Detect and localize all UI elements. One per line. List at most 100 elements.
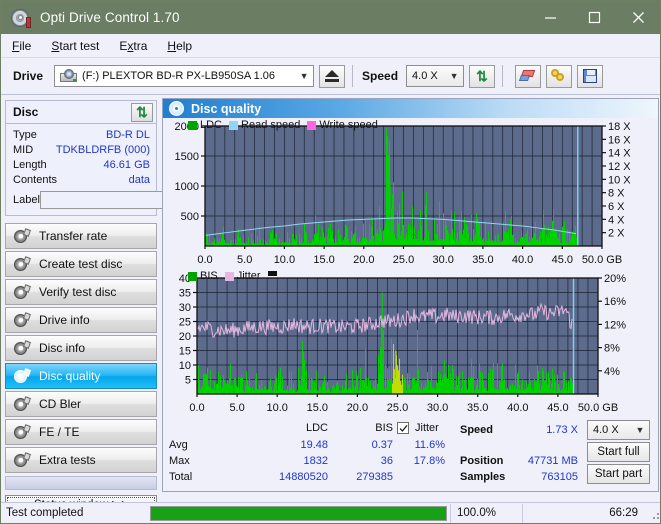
legend-swatch-extra	[267, 271, 277, 276]
test-speed-select[interactable]: 4.0 X ▼	[587, 420, 650, 440]
ldc-chart-svg: 20001500100050018 X16 X14 X12 X10 X8 X6 …	[175, 121, 632, 266]
stats-bis-total: 279385	[356, 471, 393, 483]
chevron-down-icon: ▼	[299, 71, 309, 81]
svg-text:40.0: 40.0	[512, 254, 533, 266]
sidebar-item-drive-info[interactable]: Drive info	[5, 307, 157, 333]
speed-select-value: 4.0 X	[412, 70, 438, 82]
disc-row-type-value: BD-R DL	[105, 128, 150, 141]
sidebar-item-label: CD Bler	[39, 397, 82, 411]
legend-item-ldc: LDC	[188, 119, 222, 131]
disc-info-box: Disc ⇅ Type BD-R DL MID TDKBLDRFB (000)	[5, 100, 242, 216]
svg-text:8 X: 8 X	[608, 188, 625, 200]
disc-test-icon	[13, 311, 32, 328]
svg-text:0.0: 0.0	[197, 254, 212, 266]
drive-select[interactable]: (F:) PLEXTOR BD-R PX-LB950SA 1.06 ▼	[54, 65, 315, 87]
refresh-icon: ⇅	[476, 68, 488, 84]
legend-item-read-speed: Read speed	[229, 119, 300, 131]
legend-swatch-read-speed	[229, 120, 239, 130]
svg-text:25.0: 25.0	[393, 254, 414, 266]
title-bar: Opti Drive Control 1.70	[1, 1, 660, 34]
drive-toolbar: Drive (F:) PLEXTOR BD-R PX-LB950SA 1.06 …	[1, 58, 660, 95]
legend-label-write-speed: Write speed	[319, 119, 378, 131]
menu-file-rest: ile	[19, 38, 32, 53]
disc-label-key: Label	[13, 194, 40, 206]
menu-extra[interactable]: Extra	[119, 39, 147, 53]
sidebar: Disc ⇅ Type BD-R DL MID TDKBLDRFB (000)	[1, 95, 242, 515]
legend-item-bis: BIS	[188, 270, 218, 282]
eraser-icon	[518, 70, 536, 82]
sidebar-item-fe-te[interactable]: FE / TE	[5, 419, 157, 445]
menu-start-test[interactable]: Start test	[51, 39, 99, 53]
svg-text:14 X: 14 X	[608, 148, 631, 160]
svg-text:18 X: 18 X	[608, 121, 631, 133]
svg-text:30.0: 30.0	[432, 254, 453, 266]
app-window: Opti Drive Control 1.70 File Start test …	[0, 0, 661, 524]
sidebar-item-cd-bler[interactable]: CD Bler	[5, 391, 157, 417]
svg-text:16%: 16%	[604, 296, 626, 308]
menu-file[interactable]: File	[12, 39, 31, 53]
stats-ldc-max: 1832	[303, 455, 328, 467]
minimize-icon[interactable]	[528, 1, 572, 34]
svg-text:8%: 8%	[604, 343, 620, 355]
sidebar-item-disc-quality[interactable]: Disc quality	[5, 363, 157, 389]
svg-text:45.0: 45.0	[547, 402, 568, 414]
legend-label-ldc: LDC	[200, 119, 223, 131]
disc-row-mid: MID TDKBLDRFB (000)	[13, 142, 150, 157]
start-part-button[interactable]: Start part	[587, 464, 650, 484]
disc-test-icon	[13, 255, 32, 272]
svg-text:4 X: 4 X	[608, 214, 625, 226]
refresh-button[interactable]: ⇅	[469, 64, 496, 88]
sidebar-item-label: Create test disc	[39, 257, 123, 271]
disc-test-icon	[13, 423, 32, 440]
jitter-checkbox[interactable]	[397, 422, 409, 434]
speed-select[interactable]: 4.0 X ▼	[406, 65, 465, 87]
disc-quality-panel: Disc quality LDC Read speed Write speed …	[162, 98, 659, 492]
disc-row-length-key: Length	[13, 158, 47, 171]
progress-bar-fill	[151, 506, 446, 520]
start-full-button[interactable]: Start full	[587, 442, 650, 462]
erase-disc-button[interactable]	[515, 64, 542, 88]
sidebar-item-transfer-rate[interactable]: Transfer rate	[5, 223, 157, 249]
disc-quality-icon	[169, 101, 184, 116]
keys-icon	[551, 69, 567, 83]
legend-swatch-ldc	[188, 120, 197, 130]
status-message: Test completed	[6, 507, 84, 519]
panel-header: Disc quality	[163, 99, 658, 118]
ldc-chart-legend: LDC Read speed Write speed	[188, 119, 385, 131]
maximize-icon[interactable]	[572, 1, 616, 34]
drive-select-value: (F:) PLEXTOR BD-R PX-LB950SA 1.06	[82, 70, 276, 82]
menu-help[interactable]: Help	[167, 39, 192, 53]
svg-text:1500: 1500	[175, 151, 199, 163]
svg-text:20: 20	[179, 331, 191, 343]
svg-text:20.0: 20.0	[353, 254, 374, 266]
save-button[interactable]	[577, 64, 604, 88]
sidebar-item-extra-tests[interactable]: Extra tests	[5, 447, 157, 473]
disc-refresh-button[interactable]: ⇅	[131, 102, 153, 122]
close-icon[interactable]	[616, 1, 660, 34]
keys-button[interactable]	[546, 64, 573, 88]
disc-row-contents-value: data	[128, 173, 150, 186]
stats-bis-max: 36	[380, 455, 393, 467]
chevron-down-icon: ▼	[449, 71, 459, 81]
svg-text:20.0: 20.0	[347, 402, 368, 414]
sidebar-item-disc-info[interactable]: Disc info	[5, 335, 157, 361]
app-icon	[10, 7, 32, 29]
drive-label: Drive	[13, 69, 44, 83]
svg-text:40.0: 40.0	[507, 402, 528, 414]
legend-item-write-speed: Write speed	[307, 119, 378, 131]
svg-text:50.0 GB: 50.0 GB	[578, 402, 618, 414]
eject-button[interactable]	[319, 64, 346, 88]
disc-row-type-key: Type	[13, 128, 37, 141]
disc-info-title: Disc	[13, 105, 39, 119]
svg-text:25: 25	[179, 317, 191, 329]
toolbar-divider-2	[502, 65, 504, 87]
sidebar-item-label: Transfer rate	[39, 229, 108, 243]
svg-text:10: 10	[179, 360, 191, 372]
stats-row-avg: Avg	[169, 439, 188, 451]
sidebar-item-create-test-disc[interactable]: Create test disc	[5, 251, 157, 277]
legend-item-jitter: Jitter	[224, 270, 261, 282]
sidebar-item-verify-test-disc[interactable]: Verify test disc	[5, 279, 157, 305]
disc-info-rows: Type BD-R DL MID TDKBLDRFB (000) Length …	[6, 124, 242, 215]
stats-bis-avg: 0.37	[371, 439, 393, 451]
resize-grip-icon[interactable]	[647, 507, 659, 519]
